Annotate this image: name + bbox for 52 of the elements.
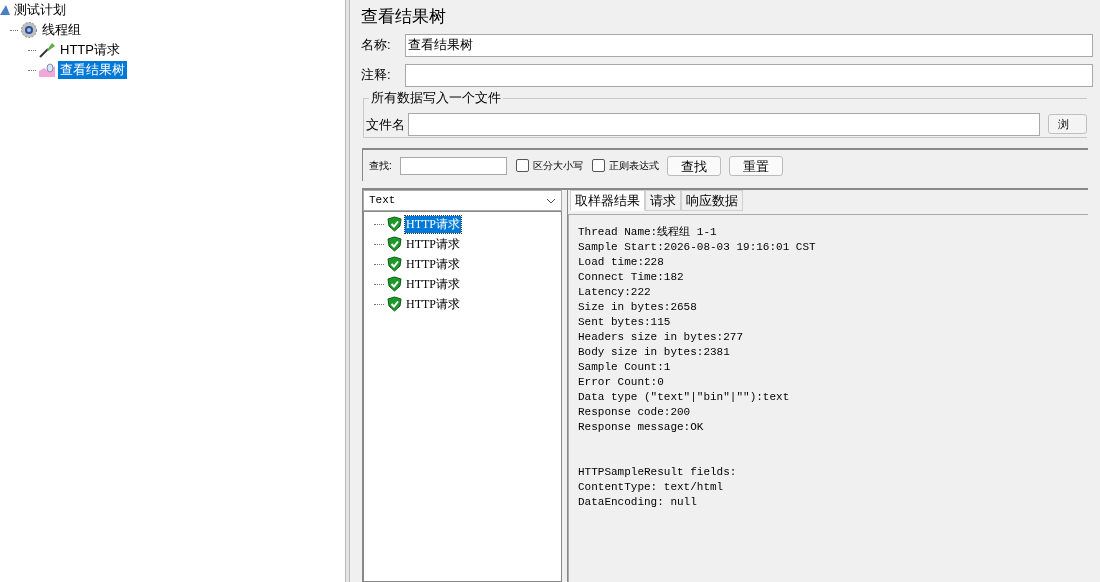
browse-button[interactable]: 浏	[1048, 114, 1087, 134]
tab[interactable]: 响应数据	[681, 190, 743, 211]
search-label: 查找:	[369, 159, 392, 173]
chevron-down-icon	[546, 197, 556, 204]
panel-title: 查看结果树	[360, 6, 447, 28]
gear-icon	[20, 21, 38, 39]
result-item[interactable]: HTTP请求	[405, 235, 461, 253]
tab[interactable]: 请求	[645, 190, 681, 211]
field-label: 名称:	[361, 36, 392, 55]
result-item[interactable]: HTTP请求	[405, 215, 461, 233]
result-line: Sample Count:1	[578, 360, 672, 375]
checkbox[interactable]	[515, 159, 529, 172]
tab[interactable]: 取样器结果	[570, 190, 645, 211]
result-line: Sent bytes:115	[578, 315, 672, 330]
tree-item[interactable]: HTTP请求	[58, 41, 122, 59]
renderer-dropdown[interactable]: Text	[363, 190, 562, 211]
tree-item[interactable]: 线程组	[40, 21, 83, 39]
search-field[interactable]	[399, 156, 507, 175]
result-line: ContentType: text/html	[578, 480, 725, 495]
field-label: 文件名	[366, 116, 405, 134]
result-line: Error Count:0	[578, 375, 665, 390]
result-line: Latency:222	[578, 285, 652, 300]
tree-item[interactable]: 测试计划	[12, 1, 68, 19]
chart-icon	[38, 62, 56, 78]
file-name-field[interactable]	[408, 113, 1041, 136]
field-label: 注释:	[361, 66, 392, 85]
result-line: Response message:OK	[578, 420, 705, 435]
pipette-icon	[38, 41, 56, 59]
result-line: Size in bytes:2658	[578, 300, 698, 315]
group-legend: 所有数据写入一个文件	[369, 89, 503, 107]
reset-button[interactable]: 重置	[728, 155, 783, 176]
result-line: DataEncoding: null	[578, 495, 698, 510]
checkbox-label: 正则表达式	[608, 159, 659, 173]
result-line: Load time:228	[578, 255, 665, 270]
result-line: Response code:200	[578, 405, 692, 420]
result-line: Body size in bytes:2381	[578, 345, 731, 360]
result-line: Connect Time:182	[578, 270, 685, 285]
comment-field[interactable]	[405, 63, 1093, 87]
result-item[interactable]: HTTP请求	[405, 275, 461, 293]
result-line: Data type ("text"|"bin"|""):text	[578, 390, 791, 405]
result-line: HTTPSampleResult fields:	[578, 465, 738, 480]
result-item[interactable]: HTTP请求	[405, 255, 461, 273]
tree-item[interactable]: 查看结果树	[58, 61, 127, 79]
result-line: Thread Name:线程组 1-1	[578, 225, 718, 240]
result-item[interactable]: HTTP请求	[405, 295, 461, 313]
result-line: Sample Start:2026-08-03 19:16:01 CST	[578, 240, 817, 255]
find-button[interactable]: 查找	[666, 155, 721, 176]
checkbox[interactable]	[591, 159, 605, 172]
result-line: Headers size in bytes:277	[578, 330, 745, 345]
triangle-icon	[0, 3, 10, 17]
checkbox-label: 区分大小写	[532, 159, 583, 173]
name-field[interactable]: 查看结果树	[405, 33, 1093, 57]
